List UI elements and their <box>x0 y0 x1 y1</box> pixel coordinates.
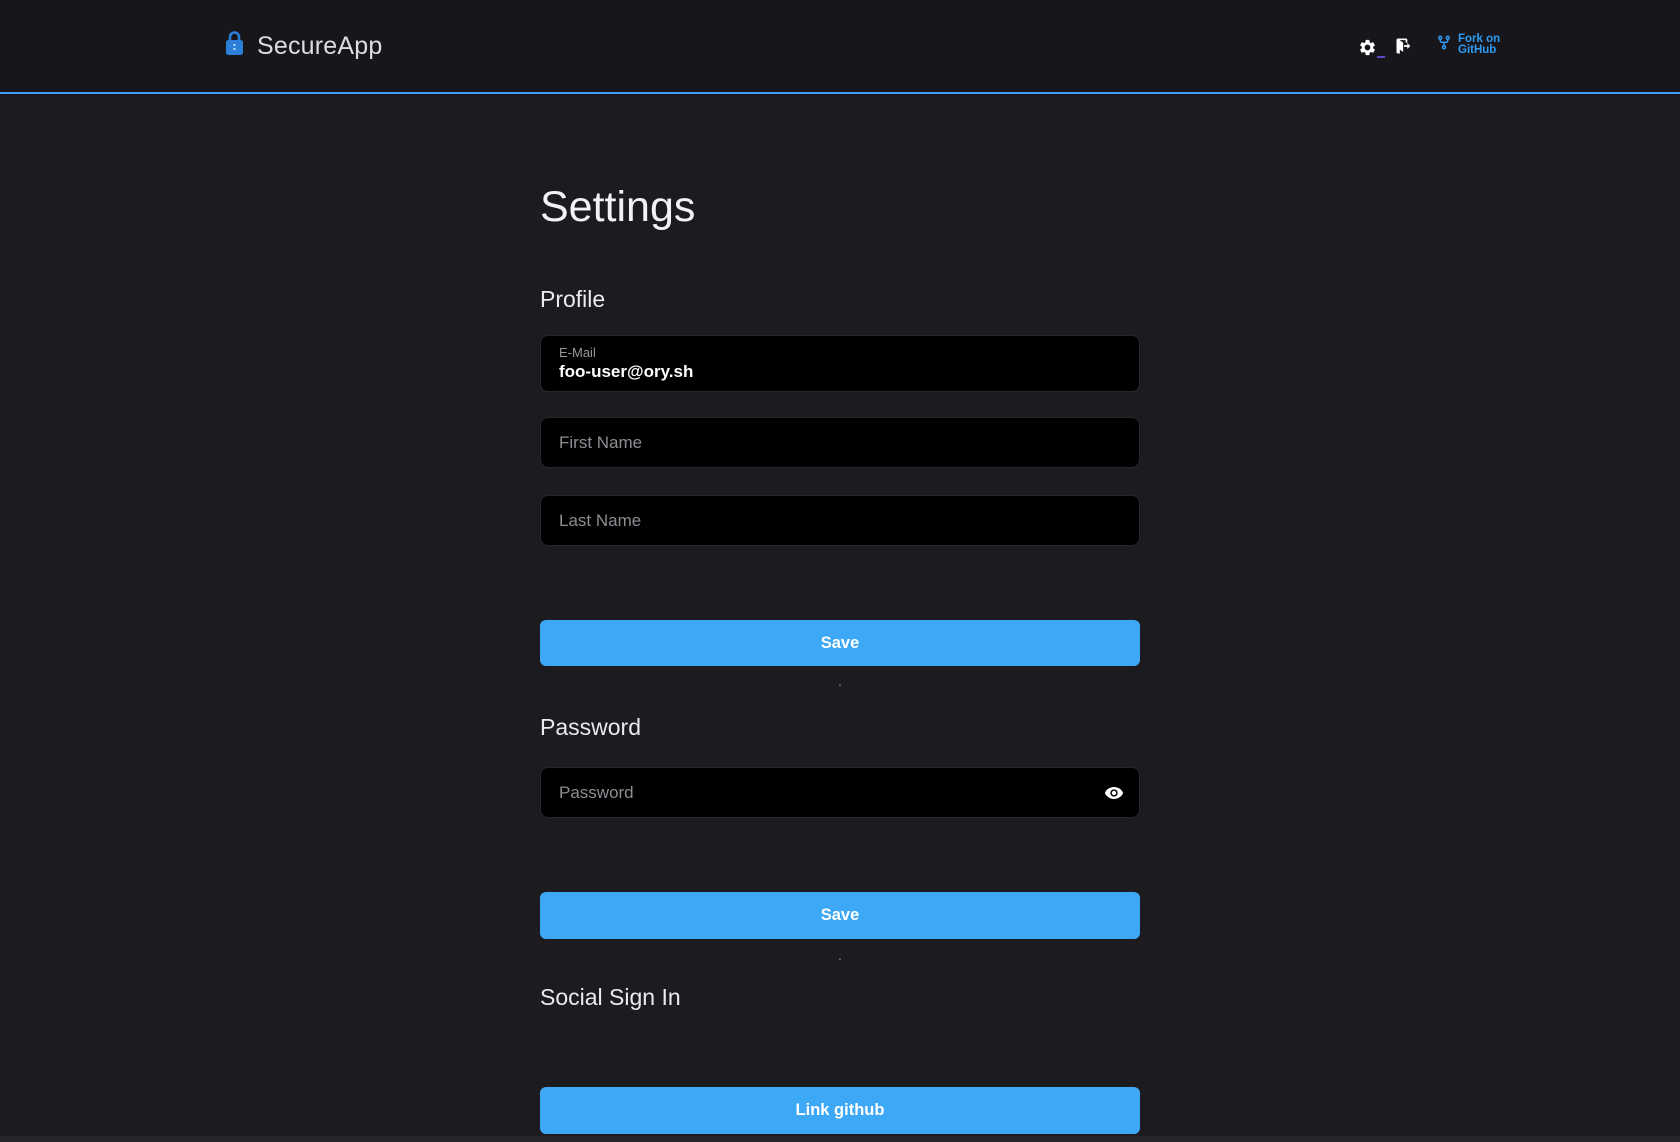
social-sign-in-heading: Social Sign In <box>540 984 681 1011</box>
eye-icon <box>1103 792 1125 807</box>
email-field: E-Mail <box>540 335 1140 392</box>
app-header: SecureApp <box>0 0 1680 94</box>
lock-icon <box>225 31 244 62</box>
profile-save-button[interactable]: Save <box>540 620 1140 666</box>
email-label: E-Mail <box>559 345 1121 360</box>
email-input[interactable] <box>559 362 1121 382</box>
last-name-field <box>540 495 1140 546</box>
profile-heading: Profile <box>540 286 605 313</box>
first-name-field <box>540 417 1140 468</box>
password-heading: Password <box>540 714 641 741</box>
gear-icon <box>1358 45 1377 60</box>
link-github-button[interactable]: Link github <box>540 1087 1140 1134</box>
git-fork-icon <box>1436 33 1452 57</box>
password-input[interactable] <box>541 768 1139 817</box>
fork-on-github-link[interactable]: Fork on GitHub <box>1436 33 1500 57</box>
settings-gear-button[interactable] <box>1358 38 1377 57</box>
logout-button[interactable] <box>1394 36 1414 56</box>
fork-link-label: Fork on GitHub <box>1458 33 1500 55</box>
logout-icon <box>1394 44 1414 59</box>
footer-strip <box>0 1136 1680 1142</box>
first-name-input[interactable] <box>541 418 1139 467</box>
app-title: SecureApp <box>257 32 383 61</box>
password-save-button[interactable]: Save <box>540 892 1140 939</box>
page-title: Settings <box>540 183 695 232</box>
app-logo[interactable]: SecureApp <box>225 0 383 92</box>
profile-divider-dot: . <box>540 674 1140 688</box>
last-name-input[interactable] <box>541 496 1139 545</box>
settings-page: SecureApp <box>0 0 1680 1142</box>
gear-underline-mark <box>1377 56 1385 58</box>
password-divider-dot: . <box>540 948 1140 962</box>
toggle-password-visibility-button[interactable] <box>1101 780 1127 806</box>
password-field <box>540 767 1140 818</box>
